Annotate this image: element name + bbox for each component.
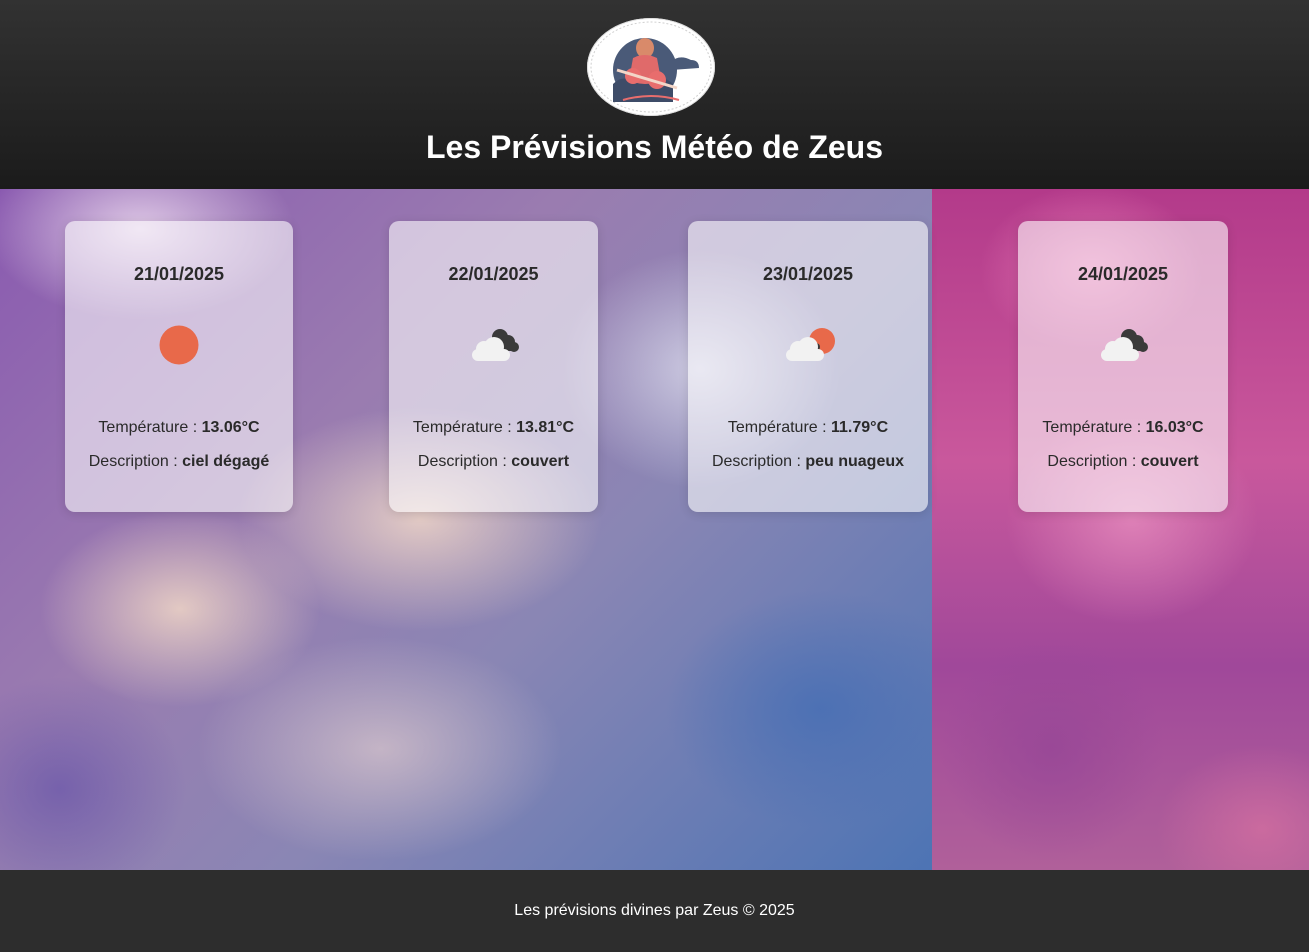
forecast-description: Description : ciel dégagé: [88, 453, 270, 470]
forecast-temperature: Température : 13.81°C: [412, 419, 575, 436]
forecast-card: 23/01/2025 Température : 11.79°C Descrip…: [688, 221, 928, 512]
sun-icon: [147, 321, 211, 369]
forecast-temperature: Température : 13.06°C: [98, 419, 260, 436]
forecast-description: Description : couvert: [417, 453, 570, 470]
forecast-date: 21/01/2025: [133, 264, 225, 284]
page-footer: Les prévisions divines par Zeus © 2025: [0, 870, 1309, 952]
forecast-card: 22/01/2025 Température : 13.81°C Descrip…: [389, 221, 598, 512]
forecast-card: 24/01/2025 Température : 16.03°C Descrip…: [1018, 221, 1228, 512]
overcast-clouds-icon: [1091, 321, 1155, 369]
overcast-clouds-icon: [462, 321, 526, 369]
footer-text: Les prévisions divines par Zeus © 2025: [514, 902, 795, 919]
page-header: Les Prévisions Météo de Zeus: [0, 0, 1309, 189]
partly-cloudy-icon: [776, 321, 840, 369]
zeus-logo-icon: [587, 18, 715, 116]
forecast-date: 23/01/2025: [762, 264, 854, 284]
page-title: Les Prévisions Météo de Zeus: [425, 129, 884, 165]
forecast-temperature: Température : 11.79°C: [727, 419, 889, 436]
forecast-description: Description : peu nuageux: [711, 453, 905, 470]
forecast-date: 24/01/2025: [1077, 264, 1169, 284]
forecast-description: Description : couvert: [1047, 453, 1199, 470]
forecast-temperature: Température : 16.03°C: [1042, 419, 1204, 436]
forecast-date: 22/01/2025: [448, 264, 539, 284]
forecast-card: 21/01/2025 Température : 13.06°C Descrip…: [65, 221, 293, 512]
